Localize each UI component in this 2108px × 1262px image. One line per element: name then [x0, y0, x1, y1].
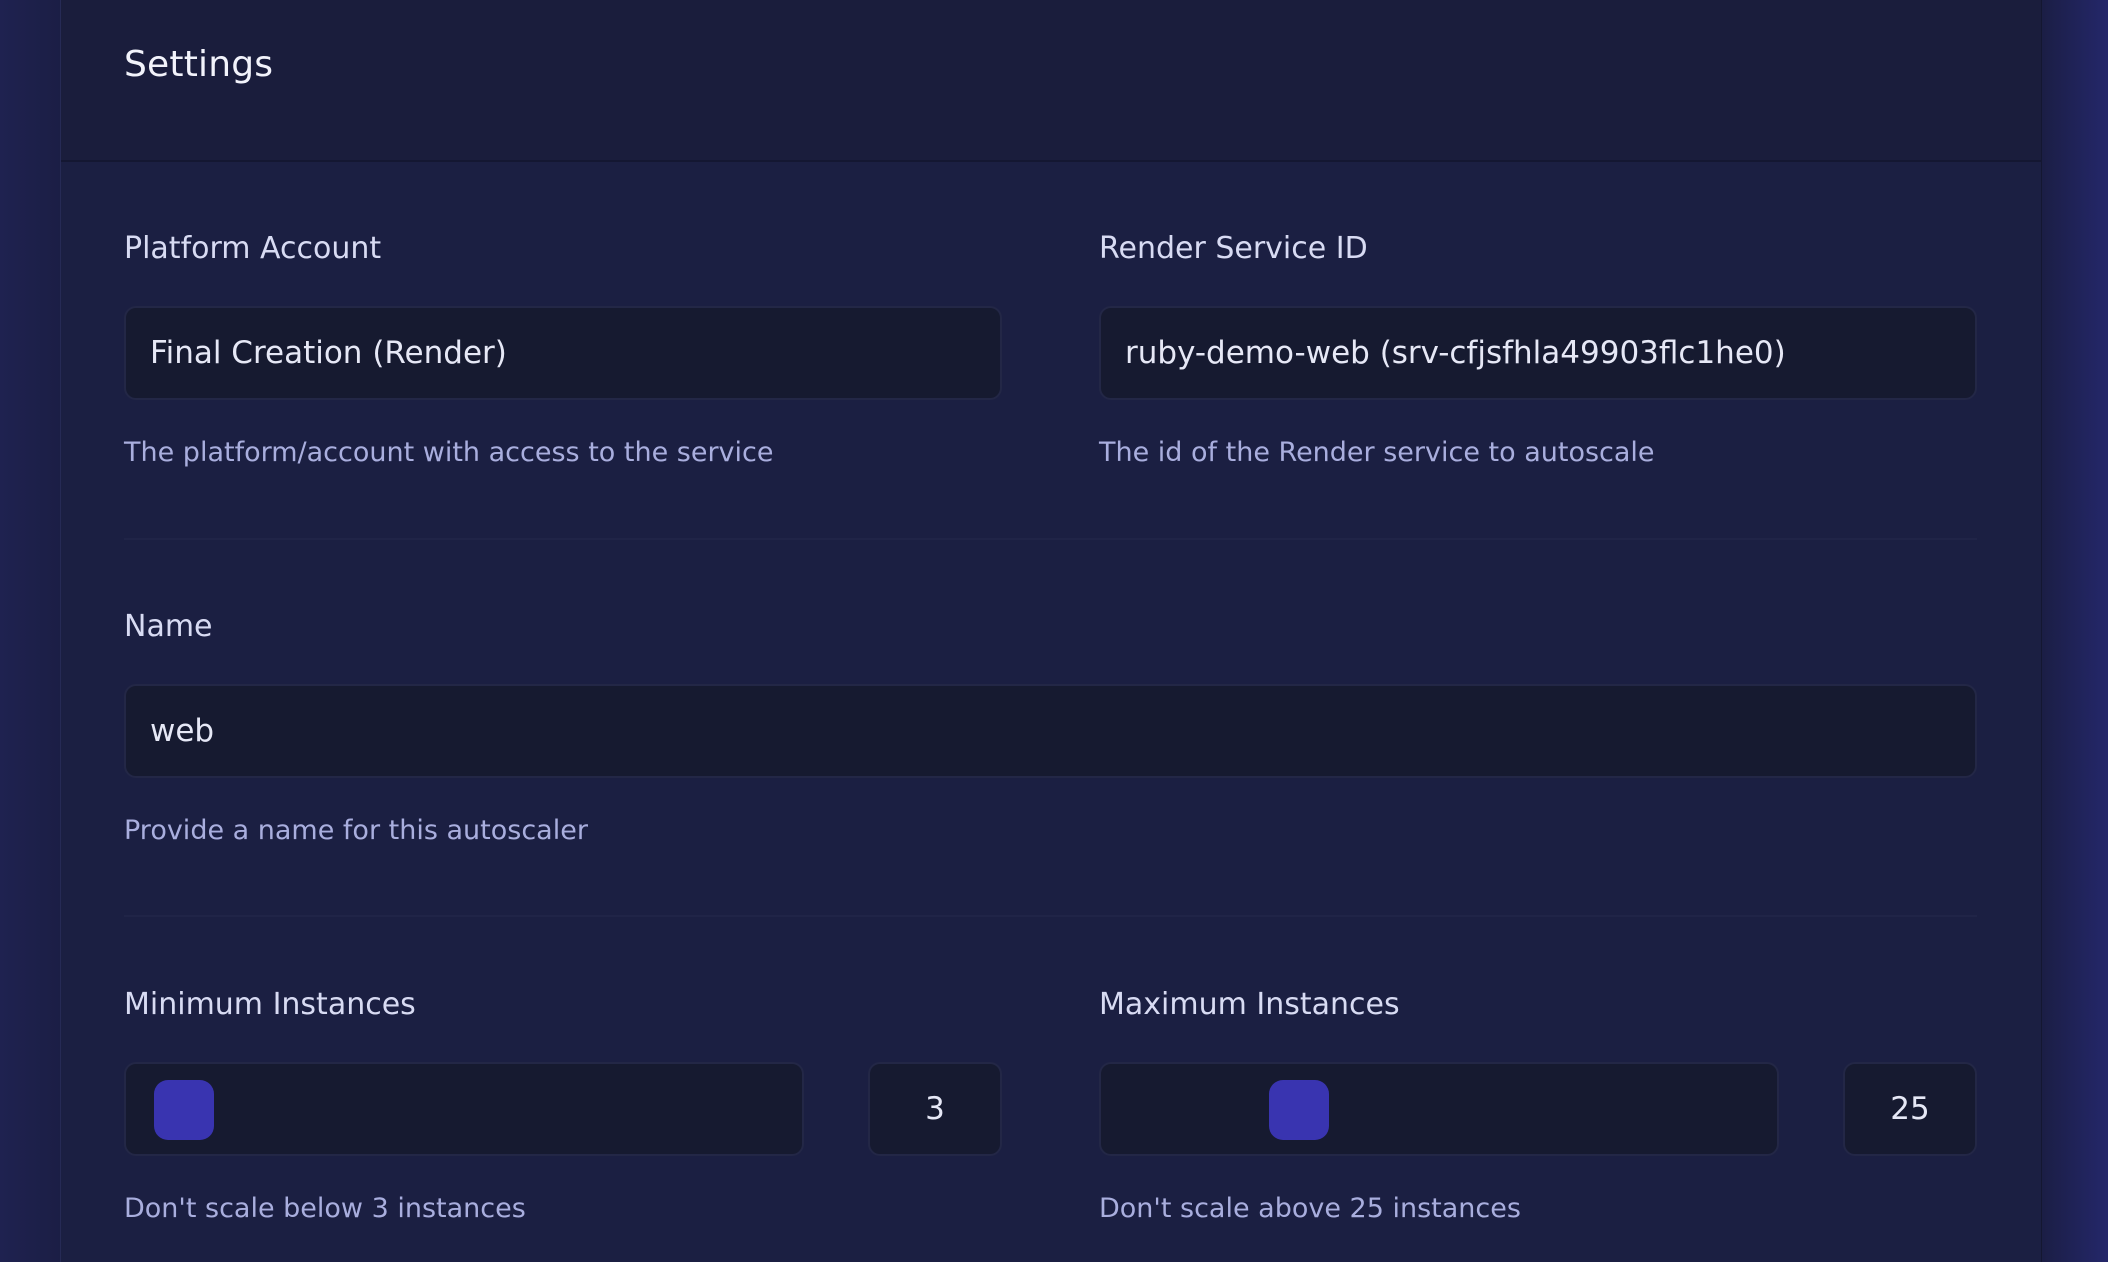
section-divider: [124, 538, 1977, 540]
maximum-instances-help: Don't scale above 25 instances: [1099, 1193, 1521, 1224]
page-background: Settings Platform Account Final Creation…: [0, 0, 2108, 1262]
page-title: Settings: [124, 44, 274, 85]
maximum-instances-slider-thumb[interactable]: [1269, 1080, 1329, 1140]
platform-account-help: The platform/account with access to the …: [124, 437, 774, 468]
minimum-instances-label: Minimum Instances: [124, 987, 416, 1022]
maximum-instances-value[interactable]: 25: [1843, 1062, 1977, 1156]
minimum-instances-help: Don't scale below 3 instances: [124, 1193, 526, 1224]
render-service-id-select[interactable]: ruby-demo-web (srv-cfjsfhla49903flc1he0): [1099, 306, 1977, 400]
minimum-instances-slider[interactable]: [124, 1062, 804, 1156]
settings-panel: Settings Platform Account Final Creation…: [60, 0, 2042, 1262]
minimum-instances-value[interactable]: 3: [868, 1062, 1002, 1156]
name-help: Provide a name for this autoscaler: [124, 815, 588, 846]
render-service-id-label: Render Service ID: [1099, 231, 1368, 266]
panel-header: Settings: [61, 0, 2041, 162]
minimum-instances-slider-thumb[interactable]: [154, 1080, 214, 1140]
platform-account-select[interactable]: Final Creation (Render): [124, 306, 1002, 400]
maximum-instances-slider[interactable]: [1099, 1062, 1779, 1156]
render-service-id-help: The id of the Render service to autoscal…: [1099, 437, 1655, 468]
name-input[interactable]: web: [124, 684, 1977, 778]
maximum-instances-label: Maximum Instances: [1099, 987, 1400, 1022]
section-divider: [124, 915, 1977, 917]
platform-account-label: Platform Account: [124, 231, 382, 266]
name-label: Name: [124, 609, 213, 644]
